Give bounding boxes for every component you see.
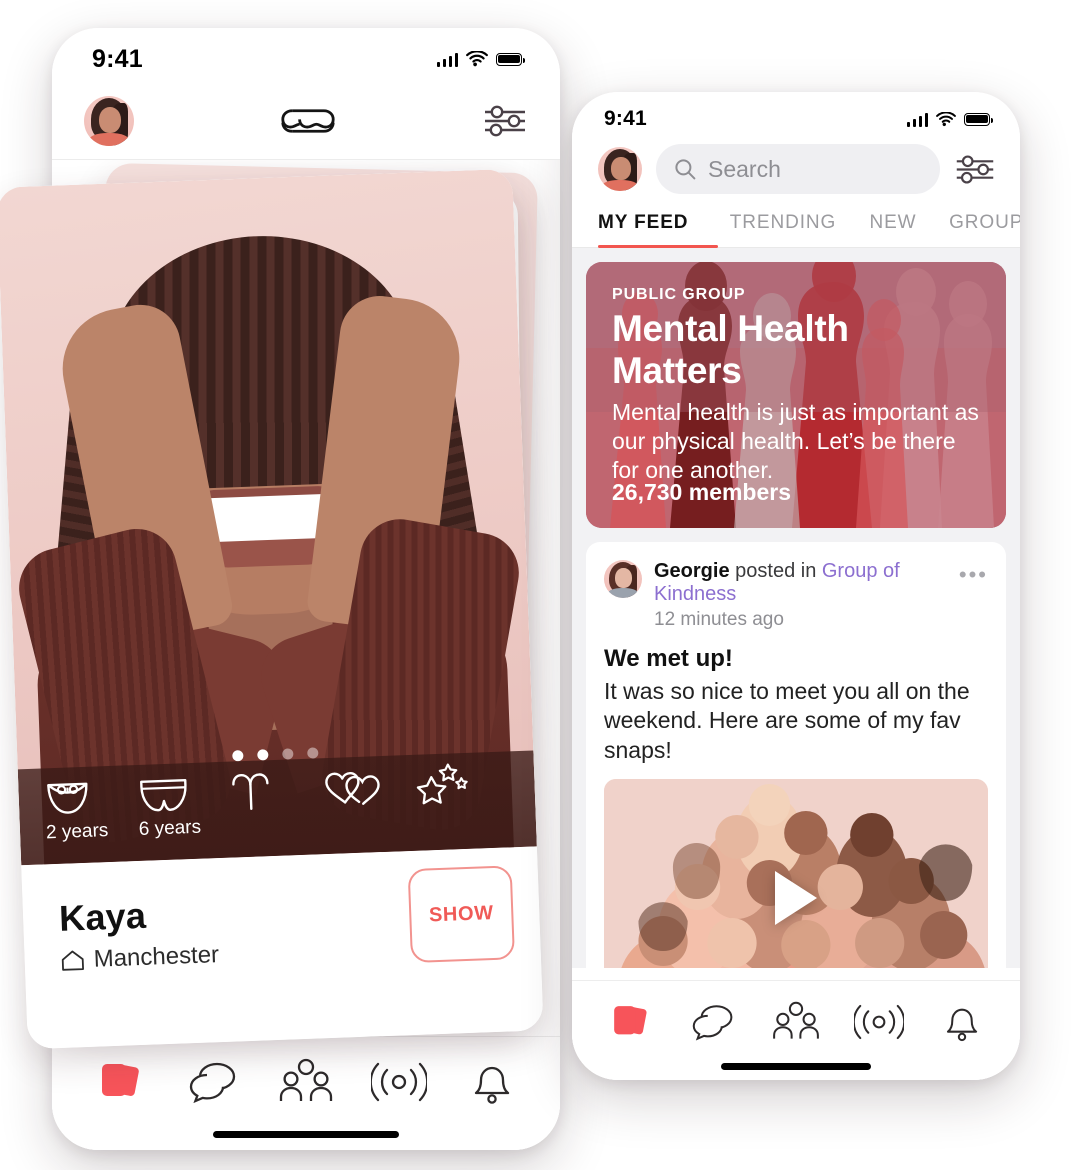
aries-zodiac-icon	[230, 770, 272, 813]
post-meta: Georgie posted in Group of Kindness 12 m…	[654, 560, 947, 631]
baby-nappy-icon	[44, 777, 92, 821]
search-icon	[675, 159, 696, 180]
two-hearts-icon	[322, 766, 382, 810]
nav-cards[interactable]	[89, 1055, 151, 1109]
post-author-avatar[interactable]	[604, 560, 642, 598]
chat-bubbles-icon	[692, 1005, 733, 1041]
broadcast-live-icon	[370, 1062, 427, 1102]
status-icons	[906, 111, 993, 127]
badge-label: 6 years	[138, 816, 202, 840]
post-posted-in-text: posted in	[735, 560, 817, 582]
more-options-icon[interactable]: •••	[959, 560, 988, 586]
nav-cards[interactable]	[599, 995, 661, 1049]
tab-trending[interactable]: TRENDING	[718, 212, 848, 247]
people-group-icon	[773, 1001, 819, 1039]
mockup-stage: 9:41 2 years 6 years Kaya Manchester SHO…	[0, 0, 1080, 1170]
profile-card[interactable]: 2 years 6 years Kaya Manchester SHOW	[0, 168, 544, 1050]
tab-new[interactable]: NEW	[848, 212, 938, 247]
show-button[interactable]: SHOW	[407, 865, 515, 964]
post-header: Georgie posted in Group of Kindness 12 m…	[604, 560, 988, 631]
right-status-bar: 9:41	[572, 92, 1020, 140]
feed-post: Georgie posted in Group of Kindness 12 m…	[586, 542, 1006, 968]
profile-photo: 2 years 6 years	[0, 168, 537, 866]
search-placeholder: Search	[708, 155, 781, 182]
feed-content: PUBLIC GROUP Mental Health Matters Menta…	[572, 248, 1020, 968]
right-phone: 9:41 Search MY FEED TRENDING NEW GROUP P…	[572, 92, 1020, 1080]
chat-bubbles-icon	[190, 1062, 236, 1104]
right-bottom-nav	[572, 980, 1020, 1080]
post-body: It was so nice to meet you all on the we…	[604, 678, 970, 763]
avatar[interactable]	[598, 147, 642, 191]
home-icon	[61, 950, 84, 971]
battery-icon	[496, 52, 525, 66]
cards-icon	[102, 1064, 140, 1096]
avatar[interactable]	[84, 95, 134, 146]
nav-chat[interactable]	[182, 1055, 244, 1109]
post-timestamp: 12 minutes ago	[654, 609, 784, 630]
status-icons	[436, 51, 525, 67]
sliders-icon[interactable]	[482, 104, 528, 138]
wifi-icon	[466, 51, 488, 67]
group-member-count: 26,730 members	[612, 479, 792, 505]
left-app-bar	[52, 82, 560, 160]
status-time: 9:41	[92, 44, 143, 73]
post-author-name[interactable]: Georgie	[654, 560, 730, 582]
stars-icon	[415, 763, 471, 807]
broadcast-live-icon	[854, 1004, 905, 1040]
left-bottom-nav	[52, 1036, 560, 1150]
play-icon[interactable]	[775, 871, 817, 926]
group-card-text: PUBLIC GROUP Mental Health Matters Menta…	[586, 262, 1006, 485]
badge-item	[230, 768, 324, 815]
nav-people[interactable]	[765, 995, 827, 1049]
group-kicker: PUBLIC GROUP	[612, 286, 746, 303]
location-label: Manchester	[93, 941, 220, 973]
profile-card-stack: 2 years 6 years Kaya Manchester SHOW	[0, 140, 580, 1050]
home-indicator	[721, 1063, 871, 1070]
nav-live[interactable]	[368, 1055, 430, 1109]
post-title: We met up!	[604, 645, 733, 672]
post-byline: Georgie posted in Group of Kindness	[654, 560, 947, 606]
left-status-bar: 9:41	[52, 28, 560, 82]
bell-icon	[947, 1008, 978, 1042]
signal-bars-icon	[906, 112, 928, 127]
badge-item: 2 years	[44, 775, 139, 844]
status-time: 9:41	[604, 107, 647, 130]
tab-groups[interactable]: GROUPS	[938, 212, 1020, 247]
home-indicator	[213, 1131, 399, 1138]
badge-item	[322, 765, 416, 812]
bell-icon	[474, 1066, 509, 1104]
sliders-icon[interactable]	[954, 154, 996, 185]
people-group-icon	[279, 1058, 333, 1101]
profile-badges: 2 years 6 years	[17, 750, 537, 866]
cards-icon	[613, 1006, 647, 1035]
search-row: Search	[572, 140, 1020, 194]
wifi-icon	[936, 111, 956, 126]
profile-info: Kaya Manchester SHOW	[21, 846, 544, 1050]
badge-item: 6 years	[137, 772, 232, 841]
nav-people[interactable]	[275, 1055, 337, 1109]
post-video-thumbnail[interactable]	[604, 779, 988, 968]
nav-chat[interactable]	[682, 995, 744, 1049]
group-title: Mental Health Matters	[612, 308, 849, 391]
nav-notifications[interactable]	[461, 1055, 523, 1109]
feed-tabs: MY FEED TRENDING NEW GROUPS	[572, 194, 1020, 248]
badge-item	[415, 761, 509, 808]
battery-icon	[964, 112, 993, 126]
nav-live[interactable]	[848, 995, 910, 1049]
tab-my-feed[interactable]: MY FEED	[598, 212, 718, 248]
nav-notifications[interactable]	[931, 995, 993, 1049]
peanut-logo-icon	[281, 108, 335, 133]
signal-bars-icon	[436, 52, 458, 67]
group-description: Mental health is just as important as ou…	[612, 399, 979, 483]
group-card[interactable]: PUBLIC GROUP Mental Health Matters Menta…	[586, 262, 1006, 528]
underwear-icon	[137, 773, 191, 817]
search-input[interactable]: Search	[656, 144, 940, 194]
badge-label: 2 years	[45, 820, 109, 844]
